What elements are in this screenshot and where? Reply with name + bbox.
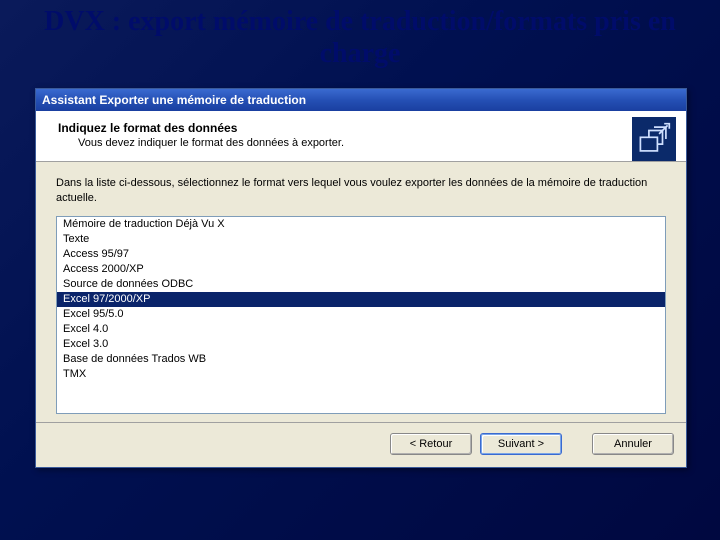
list-item[interactable]: Excel 3.0 [57, 337, 665, 352]
cancel-button[interactable]: Annuler [592, 433, 674, 455]
list-item[interactable]: Source de données ODBC [57, 277, 665, 292]
list-item[interactable]: Access 2000/XP [57, 262, 665, 277]
dialog-title-text: Assistant Exporter une mémoire de traduc… [42, 93, 306, 107]
list-item[interactable]: TMX [57, 367, 665, 382]
back-button[interactable]: < Retour [390, 433, 472, 455]
wizard-body: Dans la liste ci-dessous, sélectionnez l… [36, 162, 686, 422]
button-gap [570, 433, 584, 455]
list-item[interactable]: Base de données Trados WB [57, 352, 665, 367]
instruction-text: Dans la liste ci-dessous, sélectionnez l… [56, 176, 666, 206]
button-row: < Retour Suivant > Annuler [36, 422, 686, 467]
list-item[interactable]: Excel 97/2000/XP [57, 292, 665, 307]
wizard-header-title: Indiquez le format des données [50, 121, 672, 135]
slide-title: DVX : export mémoire de traduction/forma… [0, 0, 720, 80]
dialog-titlebar: Assistant Exporter une mémoire de traduc… [36, 89, 686, 111]
wizard-header-subtitle: Vous devez indiquer le format des donnée… [50, 137, 672, 149]
next-button[interactable]: Suivant > [480, 433, 562, 455]
wizard-header: Indiquez le format des données Vous deve… [36, 111, 686, 162]
list-item[interactable]: Excel 95/5.0 [57, 307, 665, 322]
export-tm-icon [632, 117, 676, 161]
list-item[interactable]: Mémoire de traduction Déjà Vu X [57, 217, 665, 232]
list-item[interactable]: Excel 4.0 [57, 322, 665, 337]
format-listbox[interactable]: Mémoire de traduction Déjà Vu XTexteAcce… [56, 216, 666, 414]
list-item[interactable]: Access 95/97 [57, 247, 665, 262]
list-item[interactable]: Texte [57, 232, 665, 247]
export-wizard-dialog: Assistant Exporter une mémoire de traduc… [35, 88, 687, 468]
